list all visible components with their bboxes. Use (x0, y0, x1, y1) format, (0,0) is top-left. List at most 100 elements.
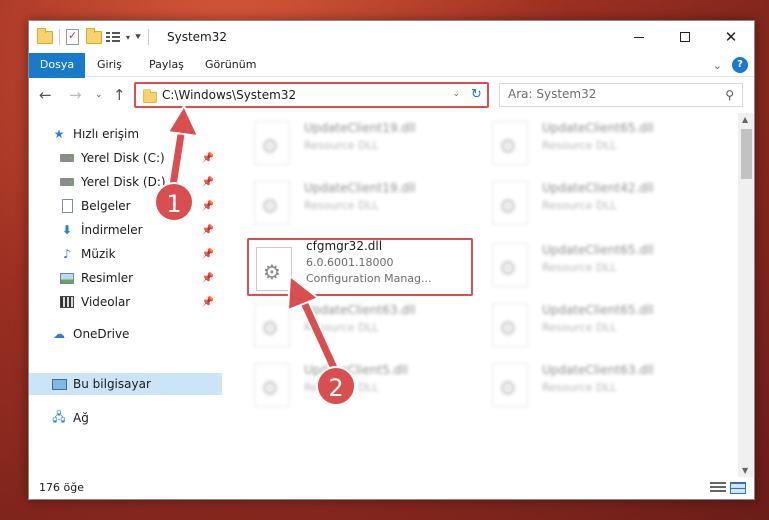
dll-file-icon: ⚙ (254, 181, 290, 225)
file-item[interactable]: ⚙ UpdateClient65.dll Resource DLL (484, 297, 714, 353)
file-item[interactable]: ⚙ UpdateClient63.dll Resource DLL (484, 357, 714, 413)
help-icon[interactable]: ? (732, 57, 748, 73)
cloud-icon: ☁ (53, 327, 65, 341)
sidebar-item-this-pc[interactable]: Bu bilgisayar (29, 373, 222, 395)
file-item[interactable]: ⚙ UpdateClient65.dll Resource DLL (484, 115, 714, 171)
dll-file-icon: ⚙ (492, 121, 528, 165)
sidebar-item-label: Resimler (81, 271, 134, 285)
search-icon[interactable]: ⚲ (725, 88, 734, 102)
sidebar-item-label: Yerel Disk (C:) (81, 151, 165, 165)
file-description: Resource DLL (542, 321, 617, 334)
file-name: UpdateClient65.dll (542, 121, 654, 135)
sidebar-item-label: Belgeler (81, 199, 131, 213)
search-input[interactable] (508, 87, 708, 101)
item-count: 176 öğe (39, 481, 84, 494)
scroll-down-arrow-icon[interactable]: ▼ (742, 466, 748, 475)
title-bar: ▾ ⯆ System32 ✕ (29, 21, 754, 53)
sidebar-item-music[interactable]: ♪ Müzik 📌 (29, 243, 222, 265)
view-options-icon[interactable] (106, 29, 122, 45)
quick-access-toolbar: ▾ ⯆ (37, 28, 151, 45)
file-name: UpdateClient19.dll (304, 121, 416, 135)
close-icon: ✕ (724, 28, 738, 46)
file-item[interactable]: ⚙ UpdateClient63.dll Resource DLL (246, 297, 476, 353)
file-name: UpdateClient65.dll (542, 303, 654, 317)
file-description: Resource DLL (542, 199, 617, 212)
file-item[interactable]: ⚙ UpdateClient5.dll Resource DLL (246, 357, 476, 413)
file-name: UpdateClient65.dll (542, 243, 654, 257)
dll-file-icon: ⚙ (492, 363, 528, 407)
maximize-icon (680, 32, 690, 42)
minimize-icon (634, 36, 644, 38)
sidebar-item-network[interactable]: 🖧 Ağ (29, 407, 222, 429)
file-description: Resource DLL (542, 261, 617, 274)
toolbar-divider (59, 29, 60, 45)
file-name: UpdateClient19.dll (304, 181, 416, 195)
recent-locations-chevron-icon[interactable]: ⌄ (95, 90, 103, 100)
pin-icon[interactable]: 📌 (202, 153, 214, 164)
vertical-scrollbar[interactable]: ▲ ▼ (738, 113, 754, 477)
new-folder-icon[interactable] (86, 28, 102, 45)
quick-access-dropdown-icon[interactable]: ⯆ (134, 32, 142, 43)
customize-toolbar-chevron-icon[interactable]: ▾ (126, 33, 130, 42)
sidebar-item-pictures[interactable]: Resimler 📌 (29, 267, 222, 289)
file-highlight-annotation (247, 238, 473, 296)
maximize-button[interactable] (662, 21, 708, 53)
dll-file-icon: ⚙ (254, 303, 290, 347)
pin-icon[interactable]: 📌 (202, 225, 214, 236)
navigation-bar: ← → ⌄ ↑ C:\Windows\System32 ⌄ ↻ ⚲ (29, 78, 754, 112)
expand-ribbon-chevron-icon[interactable]: ⌄ (713, 59, 722, 72)
close-button[interactable]: ✕ (708, 21, 754, 53)
details-view-icon[interactable] (710, 482, 726, 494)
sidebar-item-label: İndirmeler (81, 223, 143, 237)
dll-file-icon: ⚙ (492, 243, 528, 287)
tab-view[interactable]: Görünüm (205, 53, 256, 77)
up-arrow-icon[interactable]: ↑ (113, 86, 126, 104)
file-item[interactable]: ⚙ UpdateClient19.dll Resource DLL (246, 115, 476, 171)
document-icon (59, 198, 75, 214)
pin-icon[interactable]: 📌 (202, 177, 214, 188)
window-controls: ✕ (616, 21, 754, 53)
sidebar-item-label: OneDrive (73, 327, 130, 341)
gear-icon: ⚙ (499, 316, 517, 340)
file-item[interactable]: ⚙ UpdateClient42.dll Resource DLL (484, 175, 714, 231)
forward-arrow-icon[interactable]: → (69, 86, 82, 104)
music-icon: ♪ (63, 247, 71, 261)
tab-share[interactable]: Paylaş (149, 53, 184, 77)
pin-icon[interactable]: 📌 (202, 273, 214, 284)
pin-icon[interactable]: 📌 (202, 297, 214, 308)
gear-icon: ⚙ (261, 134, 279, 158)
download-icon: ⬇ (61, 223, 73, 237)
scroll-thumb[interactable] (741, 129, 752, 179)
sidebar-item-label: Ağ (73, 411, 89, 425)
scroll-up-arrow-icon[interactable]: ▲ (742, 115, 748, 124)
sidebar-item-local-disk-c[interactable]: Yerel Disk (C:) 📌 (29, 147, 222, 169)
sidebar-item-label: Hızlı erişim (73, 127, 140, 141)
sidebar-item-downloads[interactable]: ⬇ İndirmeler 📌 (29, 219, 222, 241)
pin-icon[interactable]: 📌 (202, 201, 214, 212)
tiles-view-icon[interactable] (730, 482, 746, 494)
toolbar-divider (148, 29, 150, 45)
sidebar-item-onedrive[interactable]: ☁ OneDrive (29, 323, 222, 345)
sidebar-item-label: Bu bilgisayar (73, 377, 151, 391)
sidebar-item-label: Müzik (81, 247, 116, 261)
network-icon: 🖧 (52, 409, 66, 424)
sidebar-item-label: Videolar (81, 295, 131, 309)
pin-icon[interactable]: 📌 (202, 249, 214, 260)
status-bar: 176 öğe (29, 477, 754, 499)
file-name: UpdateClient63.dll (304, 303, 416, 317)
sidebar-item-local-disk-d[interactable]: Yerel Disk (D:) 📌 (29, 171, 222, 193)
file-item[interactable]: ⚙ UpdateClient19.dll Resource DLL (246, 175, 476, 231)
minimize-button[interactable] (616, 21, 662, 53)
search-box[interactable]: ⚲ (499, 83, 743, 107)
gear-icon: ⚙ (261, 316, 279, 340)
back-arrow-icon[interactable]: ← (39, 86, 52, 104)
properties-icon[interactable] (66, 29, 82, 45)
file-description: Resource DLL (542, 139, 617, 152)
folder-icon (37, 28, 53, 45)
tab-home[interactable]: Giriş (97, 53, 122, 77)
gear-icon: ⚙ (261, 376, 279, 400)
explorer-window: ▾ ⯆ System32 ✕ Dosya Giriş Paylaş Görünü… (28, 20, 755, 500)
file-item[interactable]: ⚙ UpdateClient65.dll Resource DLL (484, 237, 714, 293)
sidebar-item-videos[interactable]: Videolar 📌 (29, 291, 222, 313)
sidebar-item-quick-access[interactable]: ★ Hızlı erişim (29, 123, 222, 145)
